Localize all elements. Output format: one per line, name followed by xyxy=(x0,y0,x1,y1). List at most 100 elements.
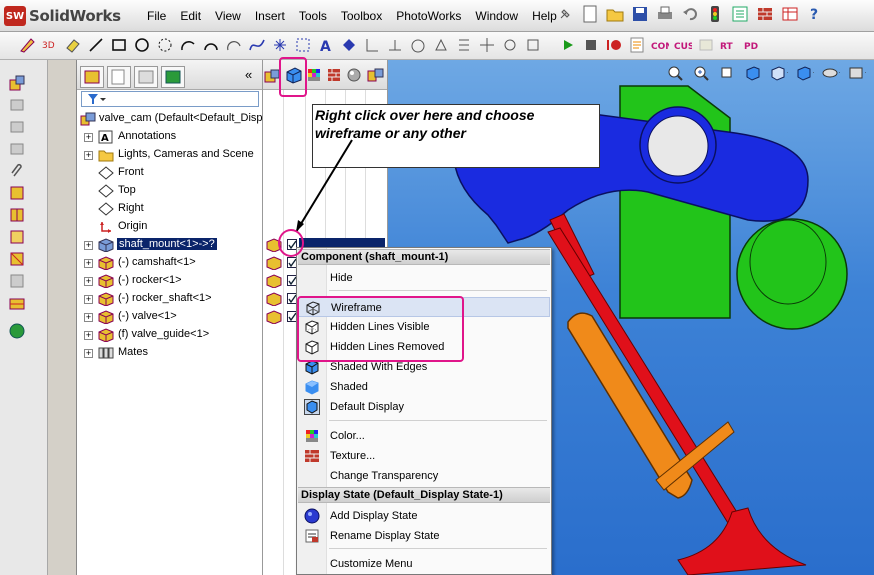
print-icon[interactable] xyxy=(656,5,674,23)
options-list-icon[interactable] xyxy=(731,5,749,23)
hide-show-component-icon[interactable] xyxy=(266,292,282,309)
menu-edit[interactable]: Edit xyxy=(173,9,208,23)
tree-item[interactable]: Front xyxy=(77,164,263,182)
rt-addin-icon[interactable]: RT xyxy=(720,36,738,54)
tree-expand-toggle[interactable]: + xyxy=(84,133,93,142)
assembly-tool-1-icon[interactable] xyxy=(8,74,26,92)
paperclip-icon[interactable] xyxy=(8,162,26,180)
tree-expand-toggle[interactable]: + xyxy=(84,349,93,358)
menu-item-rename-display-state[interactable]: Rename Display State xyxy=(298,526,550,546)
configuration-manager-tab[interactable] xyxy=(134,66,158,88)
tree-expand-toggle[interactable]: + xyxy=(84,151,93,160)
menu-item-customize-menu[interactable]: Customize Menu xyxy=(298,554,550,574)
display-pane-expand-icon[interactable] xyxy=(367,68,385,85)
tree-item[interactable]: + shaft_mount<1>->? xyxy=(77,236,263,254)
tangent-arc-tool-icon[interactable] xyxy=(202,36,220,54)
tree-item[interactable]: + Lights, Cameras and Scene xyxy=(77,146,263,164)
menu-item-default-display[interactable]: Default Display xyxy=(298,397,550,417)
menu-file[interactable]: File xyxy=(140,9,173,23)
menu-insert[interactable]: Insert xyxy=(248,9,292,23)
tree-item[interactable]: + (-) valve<1> xyxy=(77,308,263,326)
collapse-panel-icon[interactable]: « xyxy=(245,67,252,82)
record-icon[interactable] xyxy=(605,36,623,54)
menu-view[interactable]: View xyxy=(208,9,248,23)
hide-show-component-icon[interactable] xyxy=(266,310,282,327)
rectangle-tool-icon[interactable] xyxy=(110,36,128,54)
tree-expand-toggle[interactable]: + xyxy=(84,259,93,268)
help-icon[interactable]: ? xyxy=(806,5,824,23)
assembly-tool-4-icon[interactable] xyxy=(8,140,26,158)
menu-window[interactable]: Window xyxy=(468,9,525,23)
sketch-fillet-icon[interactable] xyxy=(409,36,427,54)
menu-item-texture[interactable]: Texture... xyxy=(298,446,550,466)
tree-expand-toggle[interactable]: + xyxy=(84,277,93,286)
tree-item[interactable]: + (f) valve_guide<1> xyxy=(77,326,263,344)
smart-dimension-icon[interactable]: 3D xyxy=(41,36,59,54)
tree-item[interactable]: + (-) rocker<1> xyxy=(77,272,263,290)
menu-item-change-transparency[interactable]: Change Transparency xyxy=(298,466,550,486)
dimxpert-manager-tab[interactable] xyxy=(161,66,185,88)
con-addin-icon[interactable]: CON xyxy=(651,36,669,54)
exploded-view-icon[interactable] xyxy=(8,184,26,202)
tree-expand-toggle[interactable]: + xyxy=(84,295,93,304)
blank-addin-icon[interactable] xyxy=(697,36,715,54)
linear-pattern-icon[interactable] xyxy=(455,36,473,54)
circle-tool-icon[interactable] xyxy=(133,36,151,54)
feature-manager-tab[interactable] xyxy=(80,66,104,88)
interference-icon[interactable] xyxy=(8,250,26,268)
cus-addin-icon[interactable]: CUS xyxy=(674,36,692,54)
instant-3d-icon[interactable] xyxy=(8,272,26,290)
menu-photoworks[interactable]: PhotoWorks xyxy=(389,9,468,23)
pin-icon[interactable] xyxy=(556,5,574,23)
text-tool-icon[interactable]: A xyxy=(317,36,335,54)
rotate-entities-icon[interactable] xyxy=(501,36,519,54)
web-browser-icon[interactable] xyxy=(8,322,26,340)
simulation-stop-icon[interactable] xyxy=(582,36,600,54)
point-tool-icon[interactable] xyxy=(271,36,289,54)
new-document-icon[interactable] xyxy=(581,5,599,23)
assembly-tool-3-icon[interactable] xyxy=(8,118,26,136)
hide-show-component-icon[interactable] xyxy=(266,274,282,291)
tree-expand-toggle[interactable]: + xyxy=(84,313,93,322)
eraser-icon[interactable] xyxy=(64,36,82,54)
assembly-tool-2-icon[interactable] xyxy=(8,96,26,114)
tree-item[interactable]: + Mates xyxy=(77,344,263,362)
menu-item-hide[interactable]: Hide xyxy=(298,268,550,288)
tree-item[interactable]: + (-) camshaft<1> xyxy=(77,254,263,272)
tree-item[interactable]: Right xyxy=(77,200,263,218)
sketch-icon[interactable] xyxy=(18,36,36,54)
tree-item[interactable]: + (-) rocker_shaft<1> xyxy=(77,290,263,308)
appearance-column-icon[interactable] xyxy=(307,68,321,85)
menu-item-color[interactable]: Color... xyxy=(298,426,550,446)
tree-item[interactable]: Origin xyxy=(77,218,263,236)
menu-item-add-display-state[interactable]: Add Display State xyxy=(298,506,550,526)
open-folder-icon[interactable] xyxy=(606,5,624,23)
tree-item[interactable]: + A Annotations xyxy=(77,128,263,146)
move-entities-icon[interactable] xyxy=(478,36,496,54)
rebuild-traffic-light-icon[interactable] xyxy=(706,5,724,23)
tree-item[interactable]: Top xyxy=(77,182,263,200)
undo-icon[interactable] xyxy=(681,5,699,23)
tree-expand-toggle[interactable]: + xyxy=(84,331,93,340)
centerline-tool-icon[interactable] xyxy=(294,36,312,54)
hide-show-component-icon[interactable] xyxy=(266,256,282,273)
spline-tool-icon[interactable] xyxy=(248,36,266,54)
menu-toolbox[interactable]: Toolbox xyxy=(334,9,389,23)
grid-window-icon[interactable] xyxy=(781,5,799,23)
pd-addin-icon[interactable]: PD xyxy=(743,36,761,54)
save-icon[interactable] xyxy=(631,5,649,23)
smart-fasteners-icon[interactable] xyxy=(524,36,542,54)
three-point-arc-icon[interactable] xyxy=(225,36,243,54)
offset-entities-icon[interactable] xyxy=(340,36,358,54)
toolbox-icon[interactable] xyxy=(8,294,26,312)
property-manager-tab[interactable] xyxy=(107,66,131,88)
simulation-play-icon[interactable] xyxy=(559,36,577,54)
dashed-circle-tool-icon[interactable] xyxy=(156,36,174,54)
rotate-component-icon[interactable] xyxy=(8,228,26,246)
mirror-icon[interactable] xyxy=(432,36,450,54)
tree-root[interactable]: valve_cam (Default<Default_Disp xyxy=(77,110,263,128)
move-component-icon[interactable] xyxy=(8,206,26,224)
arc-tool-icon[interactable] xyxy=(179,36,197,54)
brick-wall-icon[interactable] xyxy=(756,5,774,23)
tree-filter[interactable] xyxy=(81,91,259,107)
